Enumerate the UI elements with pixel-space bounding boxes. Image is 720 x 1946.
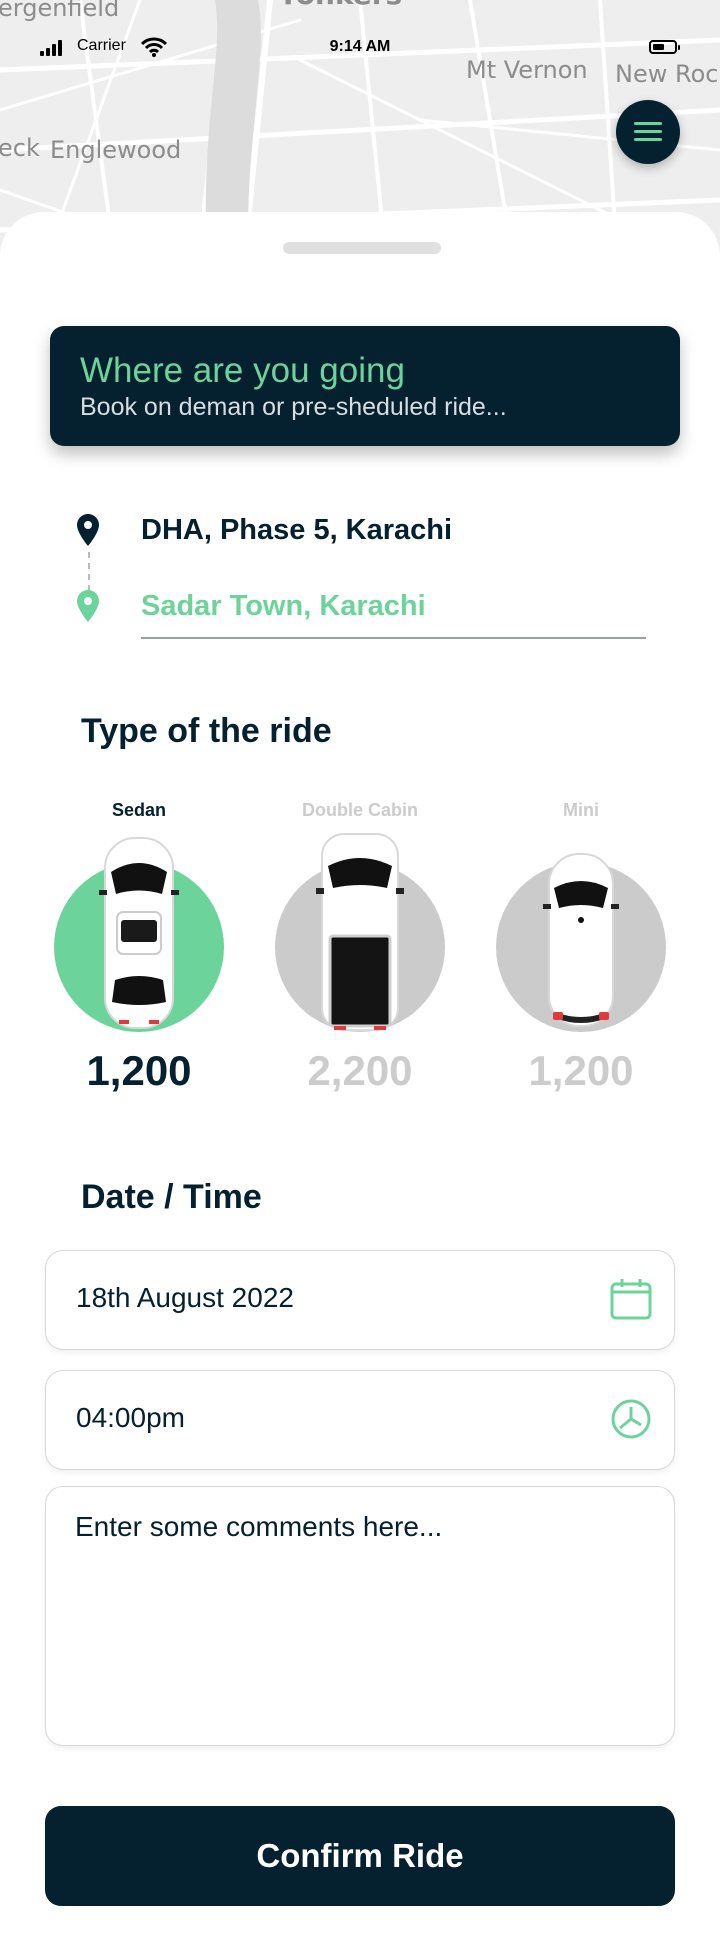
- date-field[interactable]: 18th August 2022: [45, 1250, 675, 1350]
- sedan-car-icon: [99, 837, 179, 1029]
- map-label: Yonkers: [278, 0, 402, 11]
- ride-option-double-cabin[interactable]: Double Cabin 2,200: [270, 798, 450, 1096]
- drag-handle[interactable]: [283, 242, 441, 254]
- pickup-pin-icon: [77, 514, 99, 546]
- map-label: ergenfield: [0, 0, 120, 22]
- mini-car-icon: [543, 853, 619, 1027]
- ride-option-mini[interactable]: Mini 1,200: [491, 798, 671, 1096]
- comments-textarea[interactable]: [45, 1486, 675, 1746]
- dropoff-underline: [141, 637, 646, 639]
- banner-subtitle: Book on deman or pre-sheduled ride...: [80, 393, 507, 421]
- menu-button[interactable]: [616, 100, 680, 164]
- hamburger-menu-icon: [634, 122, 662, 125]
- clock-icon[interactable]: [610, 1398, 652, 1440]
- battery-icon: [649, 40, 680, 54]
- ride-option-price: 1,200: [86, 1047, 192, 1094]
- pickup-location[interactable]: DHA, Phase 5, Karachi: [141, 514, 452, 547]
- banner-title: Where are you going: [80, 351, 405, 390]
- ride-option-price: 1,200: [528, 1047, 634, 1094]
- map-label: Englewood: [50, 136, 182, 164]
- destination-banner: Where are you going Book on deman or pre…: [50, 326, 680, 446]
- confirm-ride-button[interactable]: Confirm Ride: [45, 1806, 675, 1906]
- time-field[interactable]: 04:00pm: [45, 1370, 675, 1470]
- pickup-truck-icon: [316, 833, 404, 1031]
- ride-option-name: Double Cabin: [302, 800, 418, 820]
- status-bar: Carrier 9:14 AM: [0, 30, 720, 66]
- status-time: 9:14 AM: [329, 38, 391, 55]
- date-value: 18th August 2022: [76, 1282, 294, 1313]
- time-value: 04:00pm: [76, 1402, 185, 1433]
- map-label: eck: [0, 134, 40, 162]
- datetime-heading: Date / Time: [81, 1178, 262, 1216]
- ride-type-heading: Type of the ride: [81, 712, 332, 750]
- ride-option-price: 2,200: [307, 1047, 413, 1094]
- ride-option-name: Sedan: [111, 800, 167, 820]
- ride-option-sedan[interactable]: Sedan 1,200: [49, 798, 229, 1096]
- dropoff-location-input[interactable]: Sadar Town, Karachi: [141, 590, 426, 623]
- calendar-icon[interactable]: [610, 1278, 652, 1320]
- ride-option-name: Mini: [563, 800, 599, 820]
- dropoff-pin-icon: [77, 590, 99, 622]
